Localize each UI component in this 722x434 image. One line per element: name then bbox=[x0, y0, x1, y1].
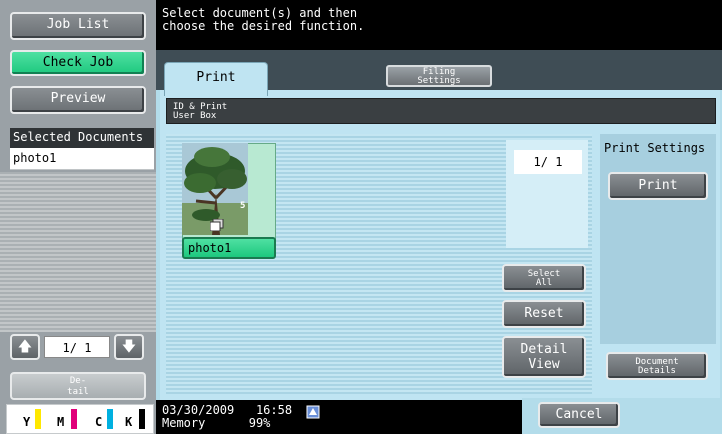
page-up-button[interactable]: 🡅 bbox=[10, 334, 40, 360]
detail-view-button[interactable]: Detail View bbox=[502, 336, 586, 378]
toner-k-label: K bbox=[125, 415, 133, 429]
box-type-line1: ID & Print bbox=[173, 102, 228, 112]
job-list-label: Job List bbox=[46, 17, 110, 32]
selected-document-item[interactable]: photo1 bbox=[10, 148, 154, 170]
status-bar: 03/30/2009 16:58 Memory 99% bbox=[156, 400, 526, 434]
toner-y-label: Y bbox=[23, 415, 31, 429]
select-all-line2: All bbox=[535, 278, 553, 288]
toner-levels: Y M C K bbox=[6, 404, 154, 434]
cancel-button[interactable]: Cancel bbox=[538, 402, 620, 428]
status-date: 03/30/2009 bbox=[162, 403, 235, 417]
box-type-bar: ID & Print User Box bbox=[166, 98, 716, 124]
preview-button[interactable]: Preview bbox=[10, 86, 146, 114]
document-details-line2: Details bbox=[638, 366, 676, 376]
message-line2: choose the desired function. bbox=[162, 19, 365, 33]
arrow-down-icon: 🡇 bbox=[121, 339, 137, 355]
print-button[interactable]: Print bbox=[608, 172, 708, 200]
check-job-button[interactable]: Check Job bbox=[10, 50, 146, 76]
print-settings-title: Print Settings bbox=[604, 141, 706, 155]
document-list-area bbox=[0, 172, 156, 332]
memory-label: Memory bbox=[162, 416, 206, 430]
toner-y-bar bbox=[35, 409, 41, 429]
page-count-display: 1/ 1 bbox=[514, 150, 582, 174]
arrow-up-icon: 🡅 bbox=[17, 339, 33, 355]
tab-print[interactable]: Print bbox=[164, 62, 268, 96]
detail-view-line2: View bbox=[528, 357, 560, 372]
detail-label-line1: De- bbox=[69, 376, 87, 386]
filing-label-line2: Settings bbox=[417, 76, 461, 86]
document-details-button[interactable]: Document Details bbox=[606, 352, 708, 380]
toner-m-bar bbox=[71, 409, 77, 429]
page-count-badge: 5 bbox=[240, 201, 246, 211]
toner-c-bar bbox=[107, 409, 113, 429]
detail-label-line2: tail bbox=[67, 387, 89, 397]
message-bar: Select document(s) and then choose the d… bbox=[156, 0, 722, 50]
reset-button[interactable]: Reset bbox=[502, 300, 586, 328]
page-down-button[interactable]: 🡇 bbox=[114, 334, 144, 360]
select-all-button[interactable]: Select All bbox=[502, 264, 586, 292]
toner-m-label: M bbox=[57, 415, 65, 429]
box-type-line2: User Box bbox=[173, 111, 217, 121]
tab-filing-settings[interactable]: Filing Settings bbox=[386, 65, 492, 87]
selected-documents-title: Selected Documents bbox=[10, 128, 154, 148]
toner-k-bar bbox=[139, 409, 145, 429]
print-settings-panel bbox=[600, 134, 716, 344]
preview-label: Preview bbox=[50, 91, 106, 106]
status-time: 16:58 bbox=[255, 403, 293, 417]
memory-value: 99% bbox=[248, 416, 271, 430]
detail-button[interactable]: De- tail bbox=[10, 372, 146, 400]
network-icon bbox=[306, 404, 320, 419]
job-list-button[interactable]: Job List bbox=[10, 12, 146, 40]
document-name-label[interactable]: photo1 bbox=[182, 237, 276, 259]
detail-view-line1: Detail bbox=[520, 342, 568, 357]
check-job-label: Check Job bbox=[42, 55, 114, 70]
toner-c-label: C bbox=[95, 415, 103, 429]
multipage-icon bbox=[209, 216, 224, 232]
page-indicator: 1/ 1 bbox=[44, 336, 110, 358]
